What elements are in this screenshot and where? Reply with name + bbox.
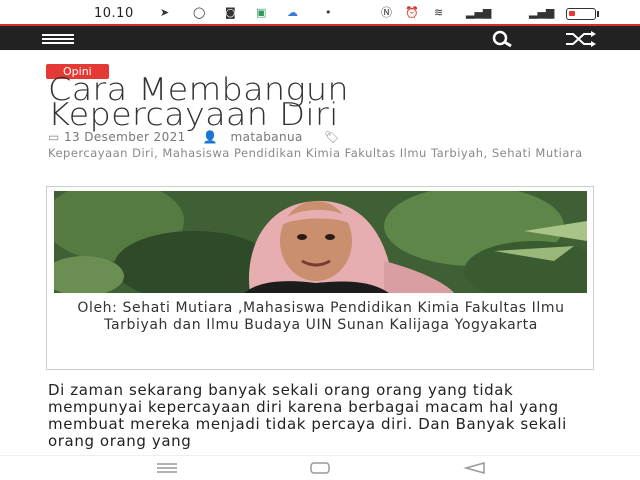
tags-icon: 🏷 [323, 130, 340, 144]
figure-caption: Oleh: Sehati Mutiara ,Mahasiswa Pendidik… [77, 300, 565, 333]
status-bar: 10.10 ➤ ◯ ◙ ▣ ☁ • Ⓝ ⏰ ≋ ▂▄▆ ▂▄▆ [0, 0, 640, 26]
status-time: 10.10 [94, 6, 134, 21]
battery-tip [597, 11, 599, 17]
nfc-icon: Ⓝ [381, 6, 392, 19]
system-nav-bar [0, 455, 640, 480]
signal-icon: ▂▄▆ [466, 6, 492, 19]
user-icon: 👤 [202, 130, 218, 144]
tag-link[interactable]: Kepercayaan Diri [48, 146, 154, 160]
shuffle-icon[interactable] [562, 29, 598, 49]
alarm-icon: ⏰ [405, 6, 419, 19]
author-photo[interactable] [54, 191, 587, 293]
whatsapp-icon: ◯ [193, 6, 206, 19]
battery-fill [569, 11, 575, 16]
tag-link[interactable]: Sehati Mutiara [492, 146, 583, 160]
article-figure: Oleh: Sehati Mutiara ,Mahasiswa Pendidik… [46, 186, 594, 370]
wifi-icon: ≋ [434, 6, 444, 19]
article-title: Cara Membangun Kepercayaan Diri [48, 75, 640, 131]
title-line-2: Kepercayaan Diri [48, 97, 339, 133]
signal-icon-2: ▂▄▆ [529, 6, 555, 19]
app-header [0, 24, 640, 50]
tag-link[interactable]: Mahasiswa Pendidikan Kimia Fakultas Ilmu… [162, 146, 483, 160]
app-icon: ▣ [256, 6, 267, 19]
telegram-icon: ➤ [160, 6, 170, 19]
camera-icon: ◙ [225, 6, 236, 19]
home-icon[interactable] [305, 460, 335, 476]
back-icon[interactable] [460, 460, 490, 476]
article-meta: ▭ 13 Desember 2021 👤 matabanua 🏷 [48, 130, 340, 144]
search-icon[interactable] [484, 29, 520, 49]
article-date[interactable]: 13 Desember 2021 [64, 130, 186, 144]
hamburger-menu-icon[interactable] [42, 32, 74, 46]
article-body: Di zaman sekarang banyak sekali orang or… [48, 381, 567, 450]
article-author[interactable]: matabanua [231, 130, 303, 144]
battery-icon [566, 8, 596, 20]
dot-icon: • [325, 6, 332, 19]
article-tags: Kepercayaan Diri, Mahasiswa Pendidikan K… [48, 146, 583, 160]
cloud-icon: ☁ [287, 6, 298, 19]
calendar-icon: ▭ [48, 130, 60, 144]
recent-apps-icon[interactable] [152, 460, 182, 476]
